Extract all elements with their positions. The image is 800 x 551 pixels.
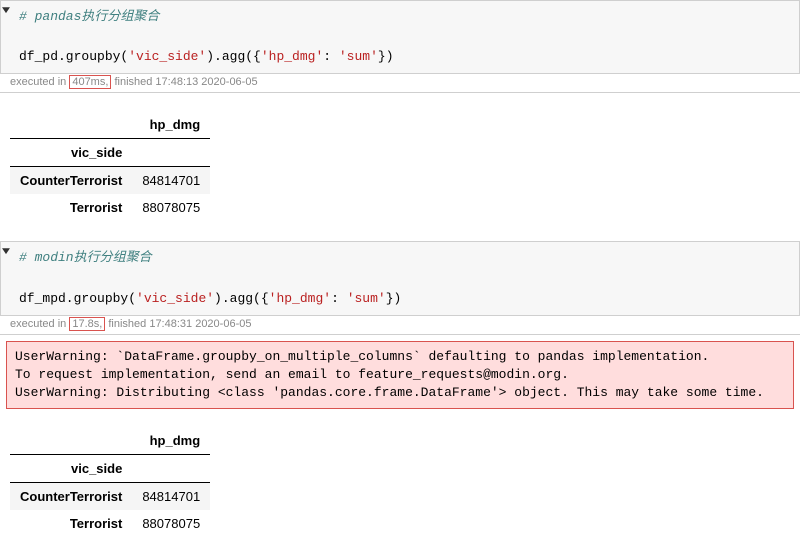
- code-string: 'hp_dmg': [261, 49, 323, 64]
- code-editor[interactable]: # pandas执行分组聚合 df_pd.groupby('vic_side')…: [11, 1, 799, 73]
- cell-value: 88078075: [132, 194, 210, 221]
- stderr-output: UserWarning: `DataFrame.groupby_on_multi…: [6, 341, 794, 410]
- code-string: 'vic_side': [128, 49, 206, 64]
- exec-suffix: finished 17:48:31 2020-06-05: [105, 318, 251, 330]
- warning-line: UserWarning: `DataFrame.groupby_on_multi…: [15, 349, 709, 364]
- code-string: 'vic_side': [136, 291, 214, 306]
- code-token: :: [331, 291, 347, 306]
- code-token: }): [386, 291, 402, 306]
- index-name: vic_side: [10, 139, 132, 167]
- cell-collapse-toggle[interactable]: [1, 1, 11, 73]
- row-index: CounterTerrorist: [10, 167, 132, 195]
- code-string: 'hp_dmg': [269, 291, 331, 306]
- row-index: CounterTerrorist: [10, 483, 132, 511]
- col-header: hp_dmg: [132, 427, 210, 455]
- code-token: ).agg({: [206, 49, 261, 64]
- cell-value: 84814701: [132, 483, 210, 511]
- exec-time-highlight: 17.8s,: [69, 317, 105, 331]
- code-editor[interactable]: # modin执行分组聚合 df_mpd.groupby('vic_side')…: [11, 242, 799, 314]
- code-token: :: [323, 49, 339, 64]
- table-row: CounterTerrorist 84814701: [10, 483, 210, 511]
- col-header: hp_dmg: [132, 111, 210, 139]
- code-token: df_pd.groupby(: [19, 49, 128, 64]
- cell-value: 84814701: [132, 167, 210, 195]
- warning-line: To request implementation, send an email…: [15, 367, 569, 382]
- exec-time-highlight: 407ms,: [69, 75, 111, 89]
- exec-suffix: finished 17:48:13 2020-06-05: [111, 76, 257, 88]
- code-comment: # pandas执行分组聚合: [19, 9, 159, 24]
- exec-prefix: executed in: [10, 318, 69, 330]
- table-row: Terrorist 88078075: [10, 194, 210, 221]
- code-token: ).agg({: [214, 291, 269, 306]
- cell-collapse-toggle[interactable]: [1, 242, 11, 314]
- execution-info: executed in 17.8s, finished 17:48:31 202…: [0, 316, 800, 335]
- input-area[interactable]: # modin执行分组聚合 df_mpd.groupby('vic_side')…: [0, 241, 800, 315]
- chevron-down-icon: [2, 247, 10, 255]
- output-dataframe: hp_dmg vic_side CounterTerrorist 8481470…: [10, 111, 210, 221]
- execution-info: executed in 407ms, finished 17:48:13 202…: [0, 74, 800, 93]
- chevron-down-icon: [2, 6, 10, 14]
- table-row: CounterTerrorist 84814701: [10, 167, 210, 195]
- warning-line: UserWarning: Distributing <class 'pandas…: [15, 385, 764, 400]
- code-token: df_mpd.groupby(: [19, 291, 136, 306]
- code-string: 'sum': [347, 291, 386, 306]
- cell-modin: # modin执行分组聚合 df_mpd.groupby('vic_side')…: [0, 241, 800, 537]
- cell-pandas: # pandas执行分组聚合 df_pd.groupby('vic_side')…: [0, 0, 800, 221]
- input-area[interactable]: # pandas执行分组聚合 df_pd.groupby('vic_side')…: [0, 0, 800, 74]
- exec-prefix: executed in: [10, 76, 69, 88]
- code-string: 'sum': [339, 49, 378, 64]
- row-index: Terrorist: [10, 194, 132, 221]
- code-token: }): [378, 49, 394, 64]
- index-name: vic_side: [10, 455, 132, 483]
- output-dataframe: hp_dmg vic_side CounterTerrorist 8481470…: [10, 427, 210, 537]
- code-comment: # modin执行分组聚合: [19, 250, 152, 265]
